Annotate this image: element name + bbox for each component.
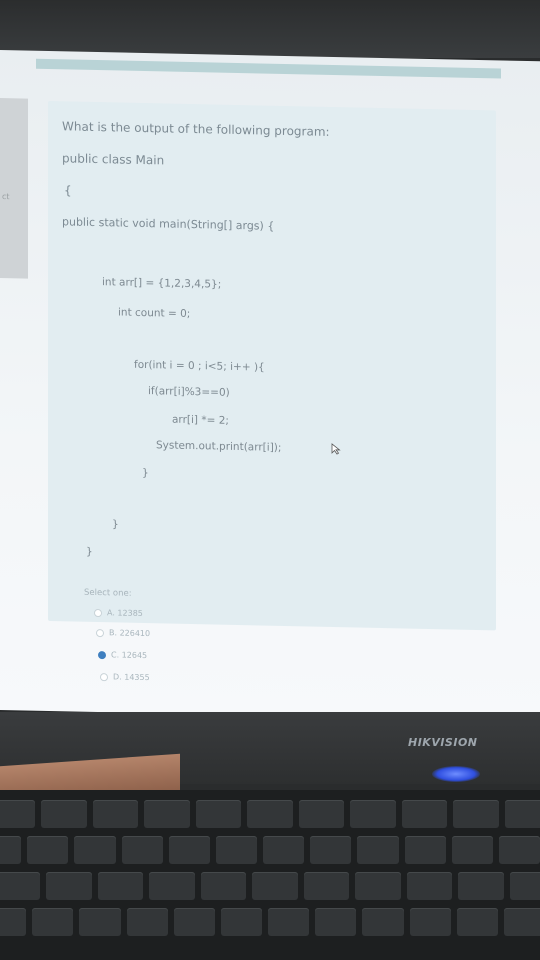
mouse-cursor-icon <box>331 443 341 455</box>
keyboard-row <box>0 800 540 828</box>
option-d[interactable]: D. 14355 <box>100 672 150 682</box>
code-close-brace-for: } <box>142 466 149 480</box>
option-a[interactable]: A. 12385 <box>94 608 143 618</box>
radio-c-selected[interactable] <box>98 650 106 659</box>
option-a-label: A. 12385 <box>107 608 143 618</box>
radio-b[interactable] <box>96 628 104 637</box>
keyboard-row <box>0 908 540 936</box>
radio-a[interactable] <box>94 608 102 617</box>
code-open-brace: { <box>64 183 72 198</box>
top-bar <box>36 58 501 79</box>
left-sidebar-panel[interactable]: ct <box>0 98 28 279</box>
code-close-brace-main: } <box>112 518 119 531</box>
code-line-mult: arr[i] *= 2; <box>172 413 229 427</box>
option-b-label: B. 226410 <box>109 628 151 639</box>
select-one-label: Select one: <box>84 587 132 599</box>
radio-d[interactable] <box>100 672 108 681</box>
power-led-icon <box>432 766 480 782</box>
code-line-count: int count = 0; <box>118 306 191 320</box>
code-line-class: public class Main <box>62 151 165 168</box>
code-line-if: if(arr[i]%3==0) <box>148 385 230 399</box>
sidebar-fragment-text: ct <box>2 192 10 202</box>
code-line-arr: int arr[] = {1,2,3,4,5}; <box>102 276 222 291</box>
keyboard <box>0 790 540 960</box>
option-d-label: D. 14355 <box>113 672 150 683</box>
screen: ct What is the output of the following p… <box>0 50 540 722</box>
code-close-brace-class: } <box>86 545 93 558</box>
option-c[interactable]: C. 12645 <box>98 650 147 660</box>
keyboard-row <box>0 872 540 900</box>
keyboard-row <box>0 836 540 864</box>
option-b[interactable]: B. 226410 <box>96 628 150 638</box>
option-c-label: C. 12645 <box>111 650 148 661</box>
monitor-top-bezel <box>0 0 540 58</box>
question-box <box>48 101 496 631</box>
monitor-brand-logo: HIKVISION <box>408 736 478 749</box>
